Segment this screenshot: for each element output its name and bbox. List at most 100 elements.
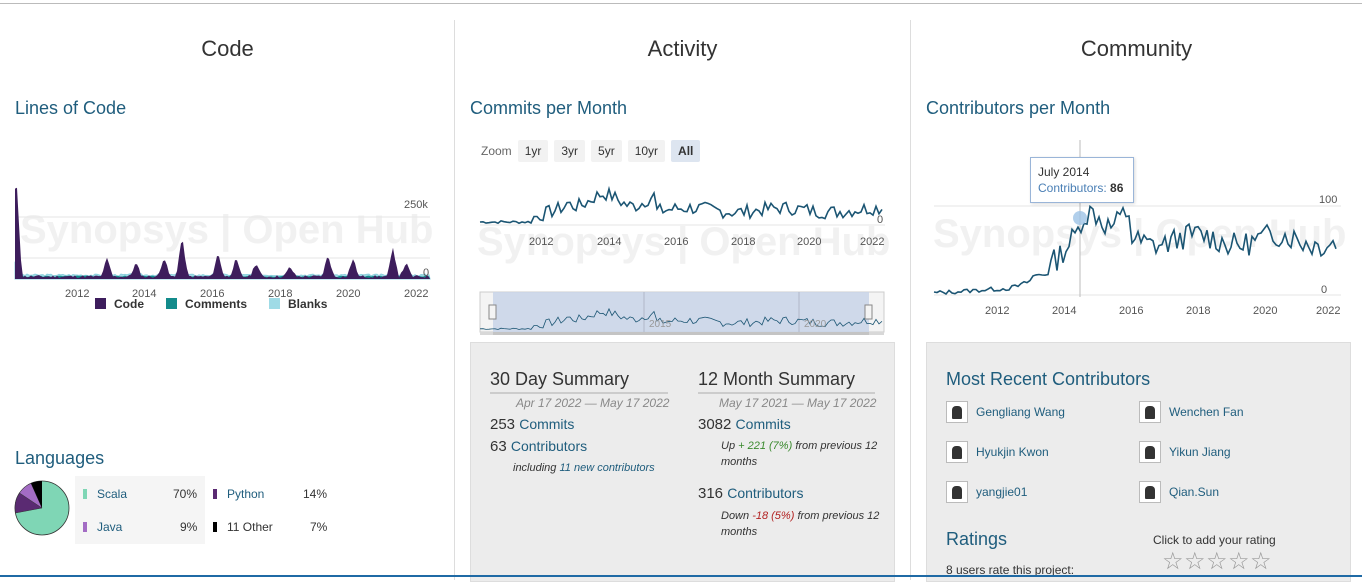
tooltip-value: 86 (1110, 181, 1124, 195)
star-icon[interactable]: ☆ (1162, 547, 1184, 576)
contributor-item[interactable]: Gengliang Wang (946, 401, 1065, 423)
contrib-x-label: 2020 (1253, 305, 1277, 317)
loc-y-max-label: 250k (404, 199, 428, 211)
legend-swatch (269, 298, 281, 309)
commits-per-month-title[interactable]: Commits per Month (470, 98, 627, 119)
zoom-10yr-button[interactable]: 10yr (627, 140, 666, 162)
lang-pct: 7% (310, 520, 328, 534)
contributor-item[interactable]: Wenchen Fan (1139, 401, 1244, 423)
30-day-contributors-link[interactable]: Contributors (511, 438, 587, 454)
contributor-item[interactable]: Qian.Sun (1139, 481, 1219, 503)
avatar (946, 441, 968, 463)
contributors-per-month-title[interactable]: Contributors per Month (926, 98, 1110, 119)
legend-blanks-label: Blanks (288, 297, 328, 311)
contrib-x-label: 2014 (1052, 305, 1076, 317)
navigator-left-handle[interactable] (488, 304, 497, 320)
legend-code[interactable]: Code (95, 297, 144, 311)
12-month-commits-link[interactable]: Commits (736, 416, 791, 432)
12-month-contributors-change: Down -18 (5%) from previous 12 months (721, 508, 891, 540)
navigator-label: 2020 (804, 319, 827, 330)
12-month-commits-change: Up + 221 (7%) from previous 12 months (721, 438, 891, 470)
lang-scala[interactable]: Scala (83, 487, 127, 501)
zoom-3yr-button[interactable]: 3yr (554, 140, 586, 162)
12-month-commits: 3082 Commits (698, 416, 791, 433)
12-month-commits-count: 3082 (698, 416, 732, 433)
avatar (1139, 481, 1161, 503)
12-month-summary-title: 12 Month Summary (698, 369, 875, 394)
community-column-title: Community (1080, 36, 1193, 61)
lang-pct: 14% (303, 487, 328, 501)
lang-name: Scala (97, 487, 128, 501)
zoom-5yr-button[interactable]: 5yr (591, 140, 622, 162)
contributor-item[interactable]: Yikun Jiang (1139, 441, 1231, 463)
legend-swatch (166, 298, 177, 309)
contributor-item[interactable]: Hyukjin Kwon (946, 441, 1049, 463)
avatar (946, 481, 968, 503)
recent-contributors-title[interactable]: Most Recent Contributors (946, 369, 1150, 390)
lang-python[interactable]: Python (213, 487, 264, 501)
legend-comments-label: Comments (185, 297, 248, 311)
loc-x-label: 2012 (65, 288, 89, 300)
zoom-label: Zoom (481, 144, 512, 158)
change-prefix: Down (721, 510, 750, 522)
zoom-all-button[interactable]: All (671, 140, 701, 162)
contrib-x-label: 2018 (1186, 305, 1210, 317)
commits-x-label: 2014 (597, 236, 621, 248)
lang-swatch (83, 489, 87, 499)
languages-title[interactable]: Languages (15, 448, 104, 469)
commits-x-label: 2020 (797, 236, 821, 248)
ratings-title[interactable]: Ratings (946, 529, 1007, 550)
loc-legend: Code Comments Blanks (95, 297, 327, 311)
contrib-x-label: 2016 (1119, 305, 1143, 317)
lines-of-code-chart: 250k 0 2012 2014 2016 2018 2020 2022 (14, 187, 431, 300)
tooltip-key: Contributors (1038, 181, 1104, 195)
30-day-summary-title: 30 Day Summary (490, 369, 668, 394)
lang-pct: 70% (173, 487, 198, 501)
new-contributors-link[interactable]: 11 new contributors (559, 462, 654, 474)
contrib-y-max-label: 100 (1319, 194, 1337, 206)
change-value-up: + 221 (7%) (738, 440, 793, 452)
top-divider (0, 3, 1362, 4)
lang-java[interactable]: Java (83, 520, 122, 534)
commits-y-label: 0 (877, 214, 883, 226)
30-day-commits: 253 Commits (490, 416, 574, 433)
contributor-name: Yikun Jiang (1169, 445, 1231, 459)
star-icon[interactable]: ☆ (1206, 547, 1228, 576)
lines-of-code-title[interactable]: Lines of Code (15, 98, 126, 119)
zoom-1yr-button[interactable]: 1yr (517, 140, 549, 162)
contributor-name: Wenchen Fan (1169, 405, 1244, 419)
commits-x-label: 2012 (529, 236, 553, 248)
12-month-dates: May 17 2021 — May 17 2022 (719, 396, 877, 410)
navigator-right-handle[interactable] (864, 304, 873, 320)
contributor-name: Gengliang Wang (976, 405, 1065, 419)
lang-pct: 9% (180, 520, 198, 534)
contrib-y-min-label: 0 (1321, 284, 1327, 296)
legend-comments[interactable]: Comments (166, 297, 247, 311)
chart-tooltip: July 2014 Contributors: 86 (1030, 157, 1134, 203)
commits-x-label: 2016 (664, 236, 688, 248)
star-icon[interactable]: ☆ (1184, 547, 1206, 576)
legend-blanks[interactable]: Blanks (269, 297, 327, 311)
change-prefix: Up (721, 440, 736, 452)
contributor-item[interactable]: yangjie01 (946, 481, 1027, 503)
contributors-chart: 100 0 2012 2014 2016 2018 2020 2022 (933, 140, 1341, 317)
loc-x-label: 2020 (336, 288, 360, 300)
lang-swatch (83, 522, 87, 532)
star-icon[interactable]: ☆ (1250, 547, 1272, 576)
avatar (1139, 441, 1161, 463)
hover-marker (1073, 211, 1087, 225)
community-column: Community Contributors per Month Synopsy… (911, 20, 1362, 582)
30-day-commits-link[interactable]: Commits (519, 416, 574, 432)
30-day-contributors: 63 Contributors (490, 438, 587, 455)
lang-name: 11 Other (227, 520, 273, 534)
tooltip-date: July 2014 (1038, 165, 1090, 179)
30-day-contributors-count: 63 (490, 438, 507, 455)
code-column: Code Lines of Code Synopsys | Open Hub 2… (0, 20, 455, 580)
12-month-contributors-count: 316 (698, 485, 724, 502)
change-value-down: -18 (5%) (752, 510, 795, 522)
star-icon[interactable]: ☆ (1228, 547, 1250, 576)
12-month-contributors-link[interactable]: Contributors (727, 485, 803, 501)
lang-swatch (213, 522, 217, 532)
loc-x-label: 2022 (404, 288, 428, 300)
zoom-controls: Zoom 1yr 3yr 5yr 10yr All (481, 140, 701, 162)
